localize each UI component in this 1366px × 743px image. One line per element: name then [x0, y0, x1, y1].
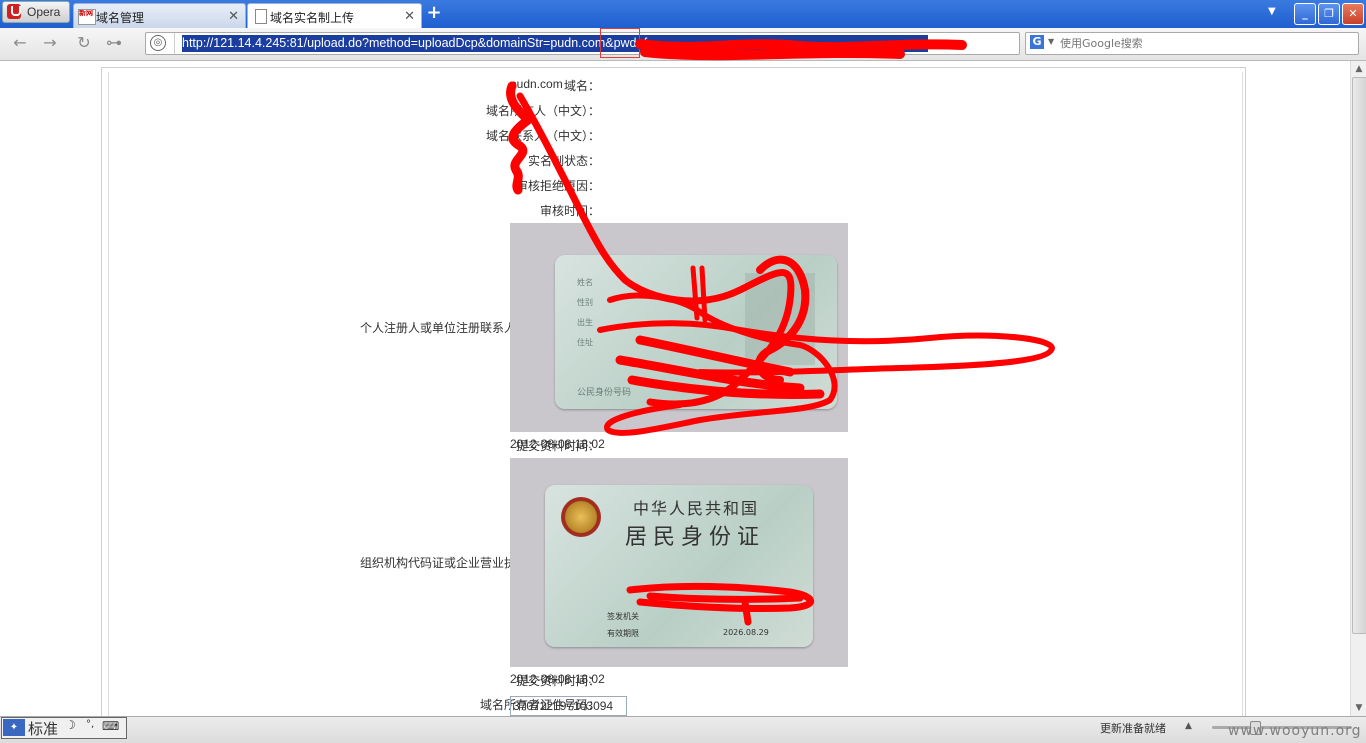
forward-arrow-icon[interactable]: → [40, 34, 60, 52]
id-card-front-image[interactable]: 中华人民共和国 居民身份证 签发机关 有效期限 2026.08.29 [510, 458, 848, 667]
tab-title: 域名管理 [96, 11, 145, 25]
field-row: 审核时间： [108, 202, 1241, 222]
minimize-button[interactable]: _ [1294, 3, 1316, 25]
status-bar: ✦ 标准 ☽ °, ⌨ 更新准备就绪 ▲ www.wooyun.org [0, 716, 1366, 743]
scroll-up-icon[interactable]: ▲ [1351, 61, 1366, 77]
submit-time-value: 2012-08-08 18:02 [510, 437, 605, 451]
url-highlight-box [600, 28, 640, 58]
restore-button[interactable]: ❐ [1318, 3, 1340, 25]
reload-icon[interactable]: ↻ [74, 34, 94, 52]
search-engine-dropdown-icon[interactable]: ▼ [1048, 37, 1054, 46]
url-text[interactable]: http://121.14.4.245:81/upload.do?method=… [182, 35, 928, 52]
ime-toolbar[interactable]: ✦ 标准 ☽ °, ⌨ [1, 717, 127, 739]
field-row: 域名联系人（中文）： [108, 127, 1241, 147]
tab-title: 域名实名制上传 [270, 11, 355, 25]
opera-menu-button[interactable]: Opera [2, 1, 70, 23]
half-width-moon-icon[interactable]: ☽ [65, 718, 76, 732]
ime-mode-label[interactable]: 标准 [28, 718, 58, 739]
field-label: 审核拒绝原因： [515, 179, 600, 193]
field-label: 域名： [563, 79, 600, 93]
back-arrow-icon[interactable]: ← [10, 34, 30, 52]
site-favicon-icon: 新网 [78, 9, 96, 25]
page-content: 域名： pudn.com 域名所有人（中文）： 域名联系人（中文）： 实名制状态… [0, 61, 1350, 716]
watermark: www.wooyun.org [1228, 723, 1362, 739]
field-row: 域名所有人（中文）： [108, 102, 1241, 122]
field-row: 域名： pudn.com [108, 77, 1241, 97]
tab-realname-upload[interactable]: 域名实名制上传 ✕ [247, 3, 422, 29]
google-icon: G [1030, 35, 1044, 49]
field-row: 实名制状态： [108, 152, 1241, 172]
opera-menu-label: Opera [27, 5, 61, 19]
address-bar[interactable]: ◎ http://121.14.4.245:81/upload.do?metho… [145, 28, 1020, 58]
id-number-field[interactable]: 370722197103094 [510, 696, 627, 716]
field-label: 审核时间： [539, 204, 600, 218]
close-window-button[interactable]: ✕ [1342, 3, 1364, 25]
tab-list-chevron-icon[interactable]: ▼ [1268, 6, 1276, 17]
key-icon[interactable]: ⊶ [104, 34, 124, 52]
page-icon [255, 9, 267, 24]
navigation-bar: ← → ↻ ⊶ ◎ http://121.14.4.245:81/upload.… [0, 28, 1366, 61]
field-row: 提交资料时间： 2012-08-08 18:02 [108, 672, 1241, 692]
ime-logo-icon: ✦ [3, 719, 25, 736]
close-tab-icon[interactable]: ✕ [228, 8, 239, 24]
scrollbar-thumb[interactable] [1352, 77, 1366, 634]
field-label: 实名制状态： [527, 154, 600, 168]
soft-keyboard-icon[interactable]: ⌨ [102, 719, 119, 733]
submit-time-value: 2012-08-08 18:02 [510, 672, 605, 686]
status-text: 更新准备就绪 [1100, 722, 1166, 735]
globe-icon: ◎ [150, 35, 166, 51]
vertical-scrollbar[interactable]: ▲ ▼ [1350, 61, 1366, 716]
field-row: 域名所有者证件号码： 370722197103094 [108, 696, 1241, 716]
punctuation-icon[interactable]: °, [86, 719, 94, 730]
id-card-back-image[interactable]: 姓名 性别 出生 住址 公民身份号码 [510, 223, 848, 432]
search-box[interactable]: G ▼ [1025, 32, 1359, 55]
tab-domain-management[interactable]: 新网 域名管理 ✕ [73, 3, 246, 29]
close-tab-icon[interactable]: ✕ [404, 8, 415, 24]
field-label: 域名联系人（中文）： [485, 129, 600, 143]
new-tab-button[interactable]: + [424, 3, 444, 23]
domain-value: pudn.com [510, 77, 563, 91]
status-up-arrow-icon[interactable]: ▲ [1185, 721, 1192, 731]
scroll-down-icon[interactable]: ▼ [1351, 700, 1366, 716]
national-emblem-icon [561, 497, 601, 537]
field-row: 审核拒绝原因： [108, 177, 1241, 197]
field-row: 提交资料时间： 2012-08-08 18:02 [108, 437, 1241, 457]
title-bar: Opera 新网 域名管理 ✕ 域名实名制上传 ✕ + ▼ _ ❐ ✕ [0, 0, 1366, 29]
photo-area [745, 273, 815, 365]
search-input[interactable] [1060, 35, 1350, 51]
opera-logo-icon [7, 4, 21, 19]
field-label: 域名所有人（中文）： [485, 104, 600, 118]
